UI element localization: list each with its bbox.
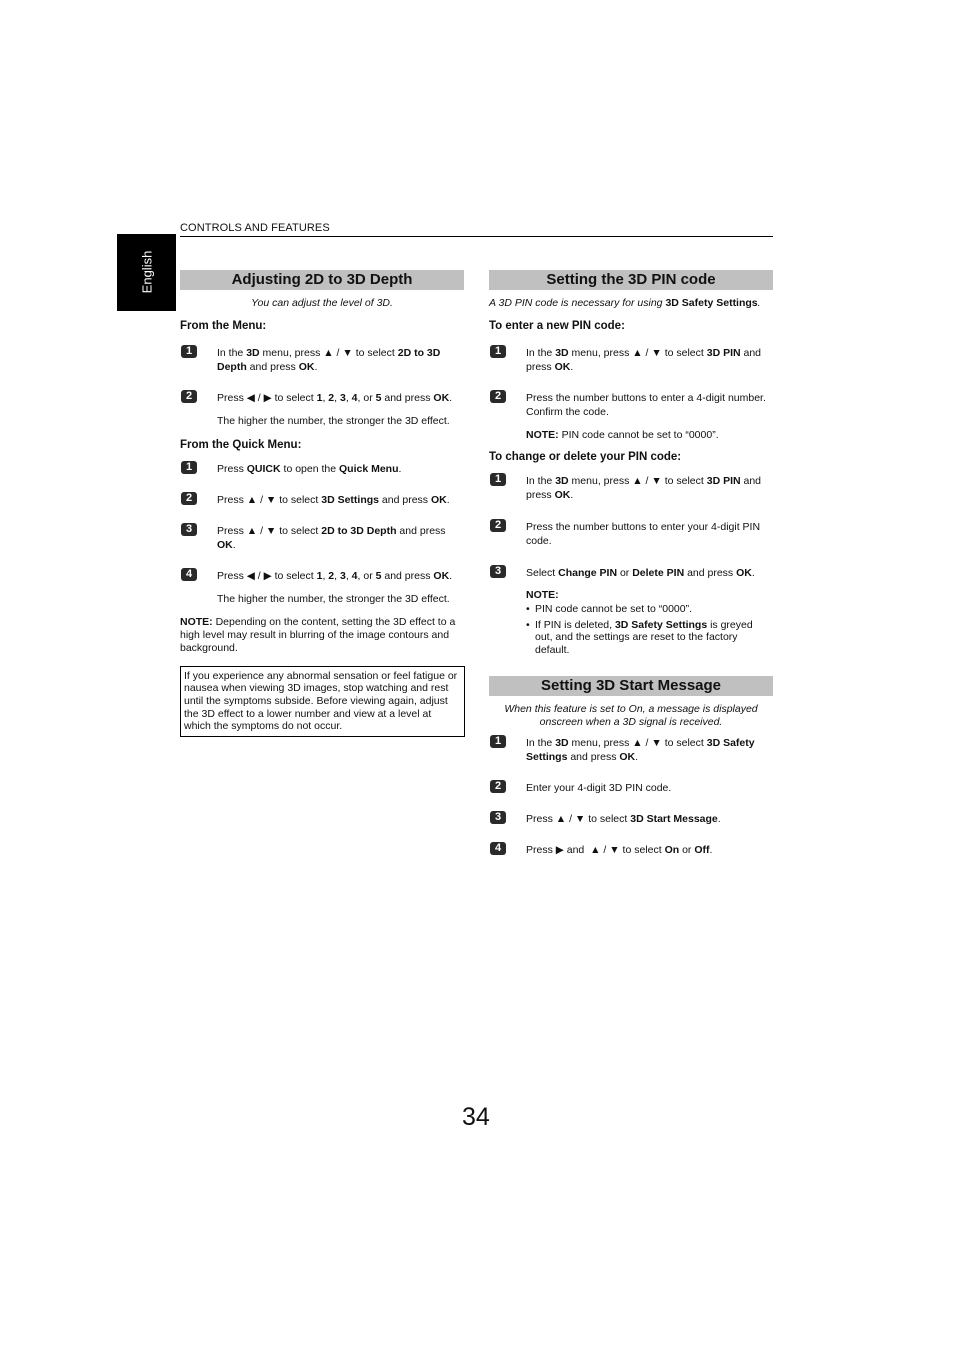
change-pin-steps: 1 In the 3D menu, press ▲ / ▼ to select 3… [489,472,773,580]
step-number-icon: 2 [490,518,506,532]
language-label: English [139,250,155,294]
from-menu-heading: From the Menu: [180,319,267,332]
step-text: Press ◀ / ▶ to select 1, 2, 3, 4, or 5 a… [217,391,453,404]
step-item: 1 In the 3D menu, press ▲ / ▼ to select 2… [180,344,464,374]
step-number-icon: 3 [181,522,197,536]
step-number-icon: 4 [490,842,506,855]
change-pin-notes: NOTE: PIN code cannot be set to “0000”. I… [489,589,773,657]
step-item: 1 In the 3D menu, press ▲ / ▼ to select 3… [489,344,773,374]
step-number-icon: 1 [490,735,506,748]
section-title-start-message: Setting 3D Start Message [489,676,773,696]
step-number-icon: 1 [181,344,197,358]
step-item: 3 Select Change PIN or Delete PIN and pre… [489,564,773,580]
right-column: Setting the 3D PIN code A 3D PIN code is… [489,270,773,857]
step-item: 3 Press ▲ / ▼ to select 2D to 3D Depth an… [180,522,464,552]
step-text: Press QUICK to open the Quick Menu. [217,462,402,475]
step-item: 4 Press ▶ and ▲ / ▼ to select On or Off. [489,842,773,857]
quick-effect-note: The higher the number, the stronger the … [217,592,450,605]
step-text: Press ▲ / ▼ to select 2D to 3D Depth and… [217,524,446,551]
section-title-pin: Setting the 3D PIN code [489,270,773,290]
start-intro: When this feature is set to On, a messag… [504,703,758,728]
step-text: Press ▲ / ▼ to select 3D Start Message. [526,813,721,825]
note-bullet-item: If PIN is deleted, 3D Safety Settings is… [526,619,773,657]
menu-effect-note: The higher the number, the stronger the … [217,414,450,427]
step-number-icon: 1 [490,472,506,486]
step-item: 2 Press the number buttons to enter your … [489,518,773,548]
step-text: Press ▲ / ▼ to select 3D Settings and pr… [217,493,450,506]
new-pin-steps: 1 In the 3D menu, press ▲ / ▼ to select 3… [489,344,773,419]
change-note-label: NOTE: [526,588,559,601]
step-item: 2 Press ▲ / ▼ to select 3D Settings and p… [180,491,464,507]
step-number-icon: 2 [490,389,506,403]
section-title-depth: Adjusting 2D to 3D Depth [180,270,464,290]
new-pin-note: NOTE: PIN code cannot be set to “0000”. [489,428,773,442]
page-number: 34 [462,1103,490,1131]
change-pin-heading: To change or delete your PIN code: [489,450,682,463]
header-rule [180,236,773,237]
step-text: In the 3D menu, press ▲ / ▼ to select 3D… [526,737,755,763]
new-pin-note-label: NOTE: [526,428,559,441]
step-item: 2 Enter your 4-digit 3D PIN code. [489,780,773,795]
step-number-icon: 2 [181,491,197,505]
step-text: In the 3D menu, press ▲ / ▼ to select 2D… [217,346,441,373]
step-item: 1 In the 3D menu, press ▲ / ▼ to select 3… [489,472,773,502]
step-text: Select Change PIN or Delete PIN and pres… [526,566,755,579]
change-note-list: PIN code cannot be set to “0000”. If PIN … [526,603,773,656]
step-number-icon: 2 [490,780,506,793]
step-text: Press the number buttons to enter your 4… [526,520,761,547]
section-header: CONTROLS AND FEATURES [180,222,330,234]
pin-intro: A 3D PIN code is necessary for using 3D … [489,297,761,309]
new-pin-note-text: PIN code cannot be set to “0000”. [561,428,719,441]
step-item: 1 In the 3D menu, press ▲ / ▼ to select 3… [489,735,773,764]
step-text: In the 3D menu, press ▲ / ▼ to select 3D… [526,346,762,373]
language-tab: English [117,234,176,311]
depth-intro: You can adjust the level of 3D. [251,297,393,309]
left-column: Adjusting 2D to 3D Depth You can adjust … [180,270,465,738]
from-quick-steps: 1 Press QUICK to open the Quick Menu. 2 Pre… [180,460,464,583]
step-number-icon: 3 [490,811,506,824]
step-item: 2 Press ◀ / ▶ to select 1, 2, 3, 4, or 5 … [180,389,464,405]
step-item: 3 Press ▲ / ▼ to select 3D Start Message. [489,811,773,826]
step-text: Press ▶ and ▲ / ▼ to select On or Off. [526,844,713,856]
step-item: 4 Press ◀ / ▶ to select 1, 2, 3, 4, or 5 … [180,567,464,583]
warning-box: If you experience any abnormal sensation… [180,665,465,738]
step-number-icon: 3 [490,564,506,578]
note-bullet-item: PIN code cannot be set to “0000”. [526,603,773,616]
note-text: Depending on the content, setting the 3D… [180,615,456,654]
note-label: NOTE: [180,615,213,628]
step-item: 2 Press the number buttons to enter a 4-d… [489,389,773,419]
from-menu-steps: 1 In the 3D menu, press ▲ / ▼ to select 2… [180,344,464,405]
depth-note: NOTE: Depending on the content, setting … [180,616,464,655]
step-number-icon: 1 [490,344,506,358]
step-text: In the 3D menu, press ▲ / ▼ to select 3D… [526,474,762,501]
step-text: Press the number buttons to enter a 4-di… [526,391,766,418]
step-number-icon: 1 [181,460,197,474]
from-quick-heading: From the Quick Menu: [180,438,302,451]
start-steps: 1 In the 3D menu, press ▲ / ▼ to select 3… [489,735,773,857]
step-number-icon: 2 [181,389,197,403]
step-number-icon: 4 [181,567,197,581]
new-pin-heading: To enter a new PIN code: [489,319,625,332]
step-text: Enter your 4-digit 3D PIN code. [526,782,672,794]
step-text: Press ◀ / ▶ to select 1, 2, 3, 4, or 5 a… [217,569,453,582]
step-item: 1 Press QUICK to open the Quick Menu. [180,460,464,476]
